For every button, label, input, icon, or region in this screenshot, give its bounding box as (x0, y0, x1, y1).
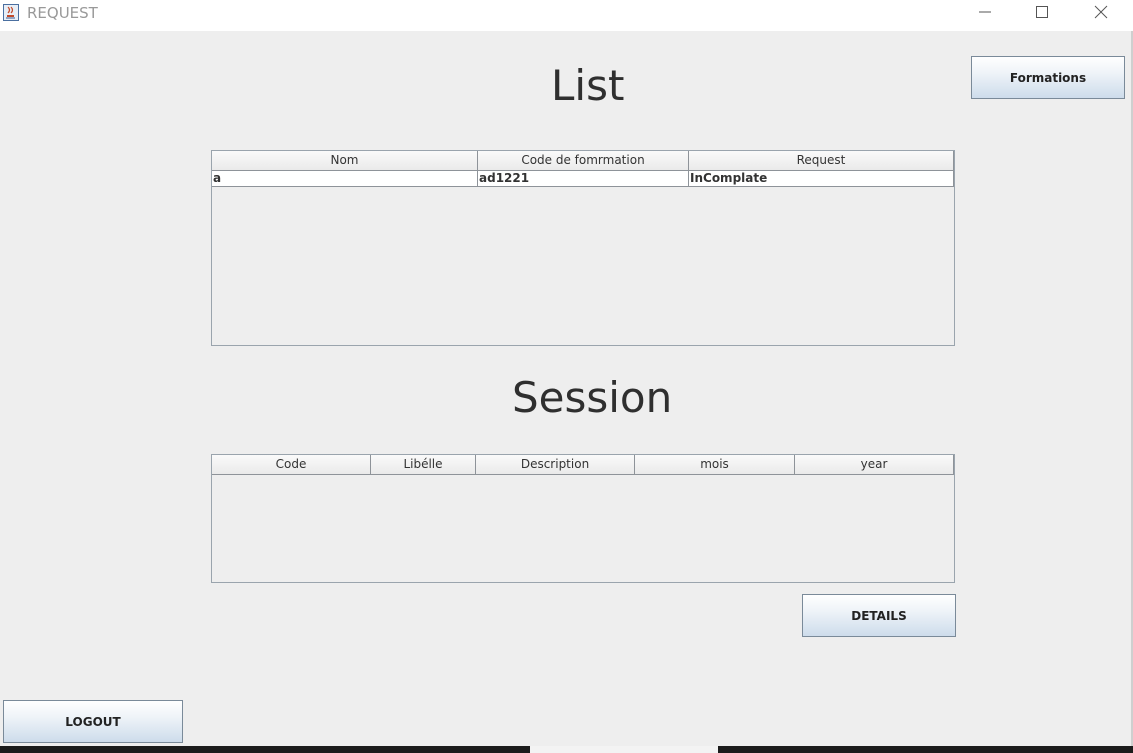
background-window-strip (530, 746, 718, 753)
background-taskbar (0, 746, 1133, 753)
formations-button[interactable]: Formations (971, 56, 1125, 99)
maximize-icon[interactable] (1019, 0, 1065, 31)
column-header-request[interactable]: Request (689, 151, 954, 171)
details-button[interactable]: DETAILS (802, 594, 956, 637)
session-table-header: Code Libélle Description mois year (212, 455, 954, 475)
minimize-icon[interactable] (961, 0, 1007, 31)
column-header-description[interactable]: Description (476, 455, 635, 475)
session-table[interactable]: Code Libélle Description mois year (211, 454, 955, 583)
column-header-libelle[interactable]: Libélle (371, 455, 476, 475)
window-title: REQUEST (27, 4, 98, 22)
column-header-year[interactable]: year (795, 455, 954, 475)
list-table[interactable]: Nom Code de fomrmation Request a ad1221 … (211, 150, 955, 346)
list-heading: List (551, 61, 625, 110)
window-content: List Formations Nom Code de fomrmation R… (0, 31, 1133, 746)
column-header-code[interactable]: Code (212, 455, 371, 475)
list-table-header: Nom Code de fomrmation Request (212, 151, 954, 171)
logout-button[interactable]: LOGOUT (3, 700, 183, 743)
cell-code-formation[interactable]: ad1221 (478, 171, 689, 187)
session-heading: Session (512, 373, 673, 422)
close-icon[interactable] (1078, 0, 1124, 31)
java-app-icon (3, 4, 19, 21)
column-header-code-formation[interactable]: Code de fomrmation (478, 151, 689, 171)
cell-request[interactable]: InComplate (689, 171, 954, 187)
cell-nom[interactable]: a (212, 171, 478, 187)
table-row[interactable]: a ad1221 InComplate (212, 171, 954, 187)
column-header-mois[interactable]: mois (635, 455, 795, 475)
column-header-nom[interactable]: Nom (212, 151, 478, 171)
title-bar: REQUEST (0, 0, 1133, 31)
